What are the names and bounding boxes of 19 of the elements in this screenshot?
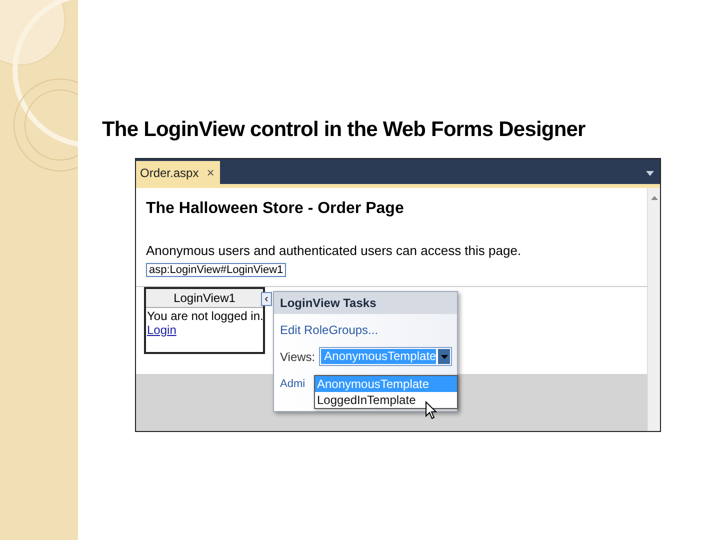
control-tag: asp:LoginView#LoginView1 (146, 263, 286, 277)
control-title: LoginView1 (146, 289, 263, 308)
document-tab[interactable]: Order.aspx × (136, 161, 220, 184)
loginview-control[interactable]: LoginView1 You are not logged in. Login (144, 287, 265, 354)
scroll-up-icon[interactable] (650, 196, 658, 200)
scrollbar[interactable] (647, 188, 660, 431)
admin-link[interactable]: Admi (280, 378, 306, 390)
views-label: Views: (280, 350, 316, 364)
page-text: Anonymous users and authenticated users can access this page. (146, 243, 522, 258)
slide-title: The LoginView control in the Web Forms Designer (102, 118, 586, 142)
tasks-title: LoginView Tasks (274, 292, 457, 314)
smart-tag-button[interactable]: ‹ (261, 292, 272, 306)
login-link[interactable]: Login (146, 323, 178, 337)
login-message: You are not logged in. (147, 309, 264, 323)
dropdown-option[interactable]: LoggedInTemplate (315, 392, 457, 408)
page-heading: The Halloween Store - Order Page (146, 200, 404, 218)
edit-rolegroups-link[interactable]: Edit RoleGroups... (280, 323, 378, 337)
caret-icon[interactable] (646, 171, 654, 176)
caret-icon[interactable] (440, 354, 448, 358)
